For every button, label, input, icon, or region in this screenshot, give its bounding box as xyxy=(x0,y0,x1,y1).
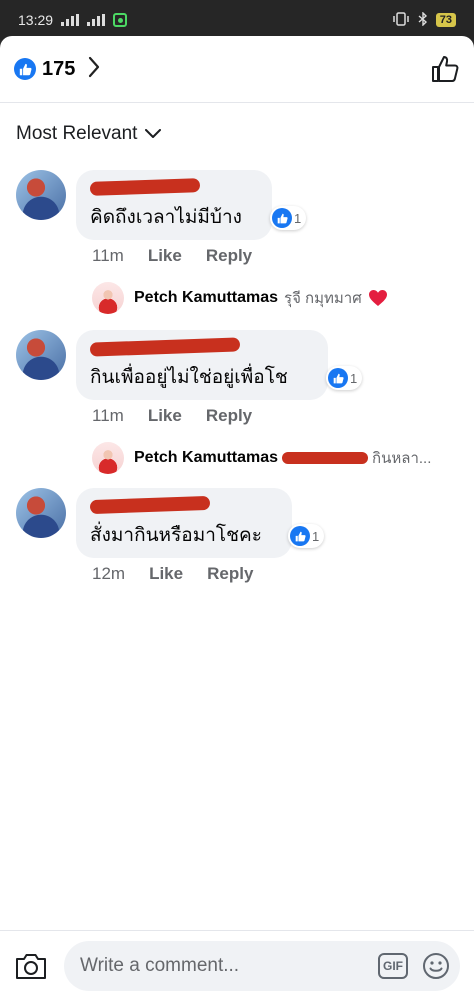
reply-author-name: Petch Kamuttamas xyxy=(134,449,279,466)
status-right: 73 xyxy=(392,10,456,29)
like-button[interactable]: Like xyxy=(148,406,182,426)
sort-label: Most Relevant xyxy=(16,123,138,144)
reply-button[interactable]: Reply xyxy=(206,406,252,426)
redaction-mark xyxy=(282,452,369,464)
reply-preview[interactable]: Petch Kamuttamas กินหลา... xyxy=(92,442,431,474)
author-name-redacted xyxy=(89,495,211,515)
comment-time: 11m xyxy=(92,246,124,265)
reply-snippet: รุจี กมุทมาศ xyxy=(284,290,362,307)
avatar[interactable] xyxy=(16,488,66,538)
notification-app-icon xyxy=(113,13,128,27)
comment-actions: 12m Like Reply xyxy=(92,564,253,584)
battery-indicator: 73 xyxy=(435,13,456,27)
reaction-count: 1 xyxy=(294,210,302,226)
like-button[interactable]: Like xyxy=(148,246,182,266)
comment-bubble[interactable]: กินเพื่ออยู่ไม่ใช่อยู่เพื่อโช xyxy=(76,330,328,400)
reaction-count: 1 xyxy=(312,528,320,544)
reply-button[interactable]: Reply xyxy=(206,246,252,266)
reaction-count[interactable]: 175 xyxy=(42,58,75,81)
comment-reaction-pill[interactable]: 1 xyxy=(288,524,325,548)
comment-input-field[interactable]: GIF xyxy=(64,940,460,991)
comment-bubble[interactable]: คิดถึงเวลาไม่มีบ้าง xyxy=(76,170,272,240)
sort-dropdown[interactable]: Most Relevant xyxy=(16,120,162,148)
status-bar: 13:29 73 xyxy=(0,0,474,40)
signal-icon xyxy=(61,14,80,26)
comment-actions: 11m Like Reply xyxy=(92,246,252,266)
like-icon xyxy=(328,368,348,388)
comment-composer: GIF xyxy=(0,930,474,1000)
thumbs-up-icon xyxy=(432,56,459,82)
camera-icon xyxy=(16,953,46,979)
reply-preview[interactable]: Petch Kamuttamas รุจี กมุทมาศ xyxy=(92,282,388,314)
chevron-down-icon xyxy=(145,129,162,139)
smiley-icon xyxy=(423,952,449,979)
like-icon xyxy=(272,208,292,228)
comment-text: กินเพื่ออยู่ไม่ใช่อยู่เพื่อโช xyxy=(90,367,288,388)
author-name-redacted xyxy=(89,178,201,196)
like-post-button[interactable] xyxy=(430,54,460,84)
comment-bubble[interactable]: สั่งมากินหรือมาโชคะ xyxy=(76,488,292,558)
comment-item: คิดถึงเวลาไม่มีบ้าง 1 11m Like Reply xyxy=(16,170,456,270)
comment-actions: 11m Like Reply xyxy=(92,406,252,426)
reply-avatar xyxy=(92,442,124,474)
bluetooth-icon xyxy=(418,10,428,29)
reply-snippet: กินหลา... xyxy=(372,450,432,467)
comment-text: สั่งมากินหรือมาโชคะ xyxy=(90,525,262,546)
header-divider xyxy=(0,102,474,103)
like-icon xyxy=(290,526,310,546)
author-name-redacted xyxy=(89,337,241,357)
camera-button[interactable] xyxy=(14,949,48,983)
vibrate-icon xyxy=(392,11,410,29)
comment-time: 11m xyxy=(92,406,124,425)
comment-reaction-pill[interactable]: 1 xyxy=(270,206,307,230)
heart-icon xyxy=(368,289,388,307)
comment-item: สั่งมากินหรือมาโชคะ 1 12m Like Reply xyxy=(16,488,456,588)
comments-sheet: 175 Most Relevant คิดถึงเวลาไม่มีบ้าง 1 … xyxy=(0,36,474,1000)
reply-button[interactable]: Reply xyxy=(207,564,253,584)
comment-reaction-pill[interactable]: 1 xyxy=(326,366,363,390)
status-time: 13:29 xyxy=(18,12,54,28)
signal-icon-secondary xyxy=(87,14,106,26)
gif-button[interactable]: GIF xyxy=(378,952,408,979)
emoji-button[interactable] xyxy=(422,952,450,980)
reply-author-name: Petch Kamuttamas xyxy=(134,289,279,306)
comment-input[interactable] xyxy=(80,954,378,977)
reactions-header: 175 xyxy=(0,36,474,102)
like-icon xyxy=(14,58,36,80)
avatar[interactable] xyxy=(16,170,66,220)
reply-avatar xyxy=(92,282,124,314)
comment-time: 12m xyxy=(92,564,126,583)
chevron-right-icon[interactable] xyxy=(87,56,101,83)
avatar[interactable] xyxy=(16,330,66,380)
like-button[interactable]: Like xyxy=(149,564,183,584)
reaction-count: 1 xyxy=(350,370,358,386)
comment-item: กินเพื่ออยู่ไม่ใช่อยู่เพื่อโช 1 11m Like… xyxy=(16,330,456,430)
comment-text: คิดถึงเวลาไม่มีบ้าง xyxy=(90,207,242,228)
